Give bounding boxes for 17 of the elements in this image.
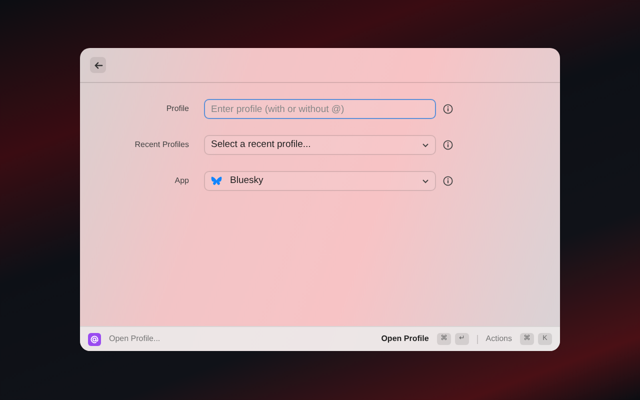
arrow-left-icon — [94, 60, 102, 70]
field-label: Profile — [165, 103, 189, 115]
back-button[interactable] — [90, 57, 106, 73]
text-field[interactable]: Enter profile (with or without @) — [204, 99, 436, 119]
info-icon[interactable] — [443, 104, 453, 114]
info-icon[interactable] — [443, 140, 453, 150]
chevron-down-icon — [422, 142, 429, 148]
command-title: Open Profile... — [109, 333, 160, 345]
field-label: Recent Profiles — [134, 139, 189, 151]
chevron-down-icon — [422, 178, 429, 184]
at-sign-icon — [88, 332, 101, 346]
actions-button[interactable]: Actions — [486, 333, 512, 345]
select-dropdown[interactable]: Bluesky — [204, 171, 436, 191]
info-icon[interactable] — [443, 176, 453, 186]
primary-action-button[interactable]: Open Profile — [381, 333, 429, 345]
select-dropdown[interactable]: Select a recent profile... — [204, 135, 436, 155]
field-label: App — [174, 175, 189, 187]
